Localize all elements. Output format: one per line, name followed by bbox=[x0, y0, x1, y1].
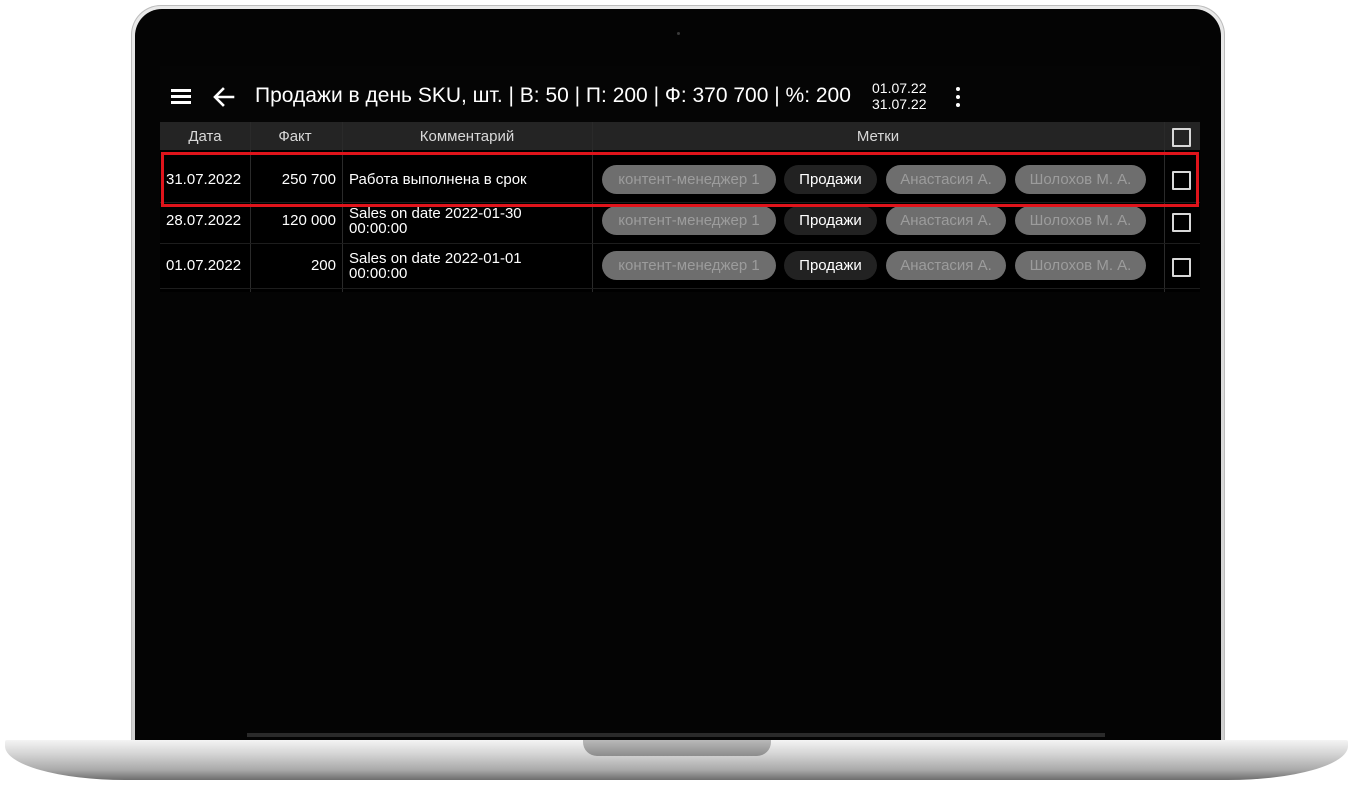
cell-fact: 200 bbox=[310, 257, 336, 274]
cell-date: 31.07.2022 bbox=[166, 171, 242, 188]
tag-chip[interactable]: Продажи bbox=[784, 206, 877, 235]
table-row[interactable]: 28.07.2022 120 000 Sales on date 2022-01… bbox=[160, 199, 1200, 244]
header-tags[interactable]: Метки bbox=[593, 122, 1163, 150]
cell-comment: Sales on date 2022-01-30 00:00:00 bbox=[349, 206, 522, 236]
app-screen: Продажи в день SKU, шт. | В: 50 | П: 200… bbox=[160, 66, 1200, 292]
select-all-checkbox[interactable] bbox=[1172, 128, 1191, 147]
cell-date: 28.07.2022 bbox=[166, 212, 242, 229]
row-checkbox[interactable] bbox=[1172, 213, 1191, 232]
table-row[interactable]: 01.07.2022 200 Sales on date 2022-01-01 … bbox=[160, 244, 1200, 289]
tag-chip[interactable]: контент-менеджер 1 bbox=[602, 165, 776, 194]
cell-comment: Sales on date 2022-01-01 00:00:00 bbox=[349, 251, 522, 281]
cell-fact: 120 000 bbox=[281, 212, 336, 229]
date-range[interactable]: 01.07.22 31.07.22 bbox=[872, 80, 927, 112]
tag-chip[interactable]: Шолохов М. А. bbox=[1015, 165, 1146, 194]
tag-chip[interactable]: Продажи bbox=[784, 251, 877, 280]
header-date[interactable]: Дата bbox=[160, 122, 250, 150]
header-comment[interactable]: Комментарий bbox=[342, 122, 592, 150]
date-from: 01.07.22 bbox=[872, 80, 927, 96]
menu-icon[interactable] bbox=[171, 89, 191, 104]
laptop-hinge bbox=[247, 733, 1105, 737]
tag-chip[interactable]: Шолохов М. А. bbox=[1015, 206, 1146, 235]
laptop-notch bbox=[583, 740, 771, 756]
tag-chip[interactable]: контент-менеджер 1 bbox=[602, 251, 776, 280]
header-fact[interactable]: Факт bbox=[250, 122, 340, 150]
comment-line: 00:00:00 bbox=[349, 220, 408, 237]
tag-chip[interactable]: Анастасия А. bbox=[886, 251, 1006, 280]
tag-chip[interactable]: Анастасия А. bbox=[886, 165, 1006, 194]
comment-line: Sales on date 2022-01-01 bbox=[349, 250, 522, 267]
tag-chip[interactable]: Продажи bbox=[784, 165, 877, 194]
cell-comment: Работа выполнена в срок bbox=[349, 172, 527, 187]
comment-line: 00:00:00 bbox=[349, 265, 408, 282]
table-row[interactable]: 31.07.2022 250 700 Работа выполнена в ср… bbox=[160, 158, 1200, 203]
date-to: 31.07.22 bbox=[872, 96, 927, 112]
row-checkbox[interactable] bbox=[1172, 171, 1191, 190]
cell-date: 01.07.2022 bbox=[166, 257, 242, 274]
table-header: Дата Факт Комментарий Метки bbox=[160, 122, 1200, 150]
arrow-left-icon[interactable] bbox=[212, 86, 236, 108]
cell-fact: 250 700 bbox=[281, 171, 336, 188]
tag-chip[interactable]: Анастасия А. bbox=[886, 206, 1006, 235]
comment-line: Sales on date 2022-01-30 bbox=[349, 205, 522, 222]
row-checkbox[interactable] bbox=[1172, 258, 1191, 277]
comment-line: Работа выполнена в срок bbox=[349, 171, 527, 188]
camera bbox=[677, 32, 680, 35]
tag-chip[interactable]: Шолохов М. А. bbox=[1015, 251, 1146, 280]
more-vertical-icon[interactable] bbox=[953, 87, 963, 109]
tag-chip[interactable]: контент-менеджер 1 bbox=[602, 206, 776, 235]
page-title: Продажи в день SKU, шт. | В: 50 | П: 200… bbox=[255, 84, 851, 107]
app-bar: Продажи в день SKU, шт. | В: 50 | П: 200… bbox=[160, 66, 1200, 122]
